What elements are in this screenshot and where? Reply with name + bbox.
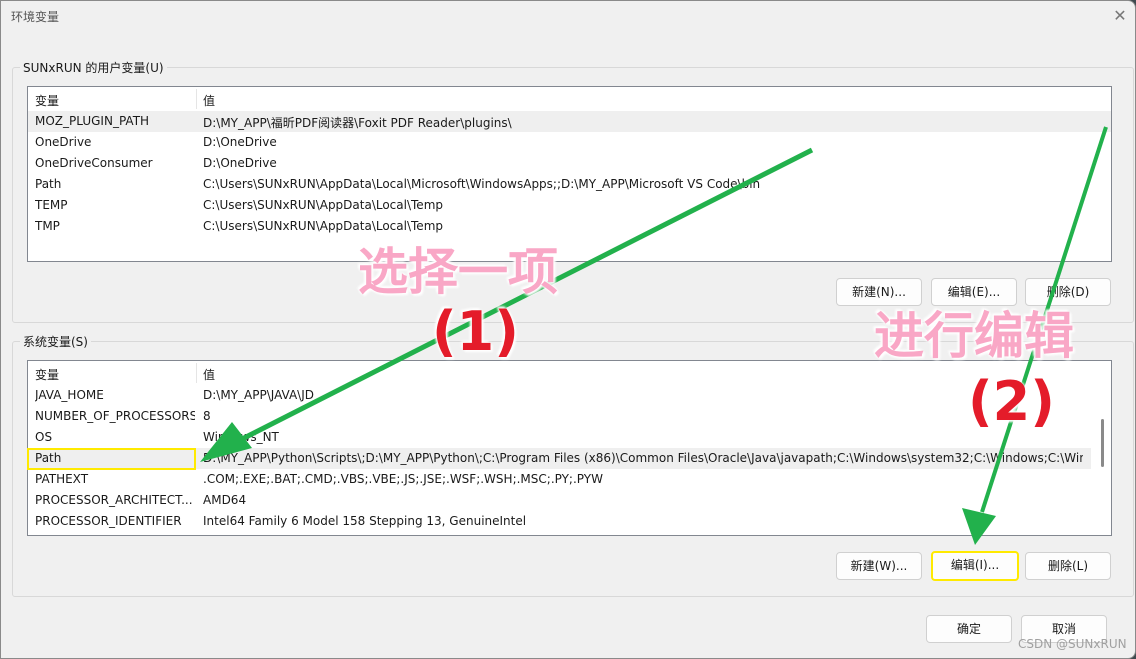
user-edit-button[interactable]: 编辑(E)... [931, 278, 1017, 306]
system-variables-label: 系统变量(S) [20, 333, 91, 350]
close-icon[interactable]: ✕ [1111, 7, 1129, 25]
variable-value: C:\Users\SUNxRUN\AppData\Local\Temp [203, 219, 443, 233]
watermark: CSDN @SUNxRUN [1018, 637, 1127, 651]
variable-name: OneDrive [35, 135, 92, 149]
variable-value: AMD64 [203, 493, 247, 507]
variable-name: OneDriveConsumer [35, 156, 153, 170]
variable-name: PROCESSOR_IDENTIFIER [35, 514, 182, 528]
selected-path-highlight [27, 448, 196, 470]
system-delete-button[interactable]: 删除(L) [1025, 552, 1111, 580]
variable-value: D:\MY_APP\JAVA\JD [203, 388, 314, 402]
column-header-value[interactable]: 值 [203, 366, 215, 383]
variable-name: Path [35, 177, 62, 191]
column-header-name[interactable]: 变量 [35, 366, 59, 383]
variable-value: Windows_NT [203, 430, 279, 444]
table-row[interactable]: JAVA_HOME D:\MY_APP\JAVA\JD [28, 385, 1091, 406]
variable-value: D:\OneDrive [203, 156, 277, 170]
user-variables-label: SUNxRUN 的用户变量(U) [20, 59, 167, 76]
user-delete-button[interactable]: 删除(D) [1025, 278, 1111, 306]
table-row[interactable]: PATHEXT .COM;.EXE;.BAT;.CMD;.VBS;.VBE;.JS… [28, 469, 1091, 490]
user-variables-list[interactable]: 变量 值 MOZ_PLUGIN_PATH D:\MY_APP\福昕PDF阅读器\F… [27, 86, 1112, 262]
variable-name: PATHEXT [35, 472, 89, 486]
variable-value: C:\Users\SUNxRUN\AppData\Local\Microsoft… [203, 177, 761, 191]
window-title: 环境变量 [11, 10, 60, 24]
variable-value: C:\Users\SUNxRUN\AppData\Local\Temp [203, 198, 443, 212]
variable-value: .COM;.EXE;.BAT;.CMD;.VBS;.VBE;.JS;.JSE;.… [203, 472, 603, 486]
list-header: 变量 值 [28, 361, 1111, 385]
table-row[interactable]: PROCESSOR_ARCHITECT... AMD64 [28, 490, 1091, 511]
system-edit-button[interactable]: 编辑(I)... [931, 551, 1019, 581]
table-row[interactable]: Path C:\Users\SUNxRUN\AppData\Local\Micro… [28, 174, 1111, 195]
table-row[interactable]: TMP C:\Users\SUNxRUN\AppData\Local\Temp [28, 216, 1111, 237]
variable-name: NUMBER_OF_PROCESSORS [35, 409, 195, 423]
table-row[interactable]: TEMP C:\Users\SUNxRUN\AppData\Local\Temp [28, 195, 1111, 216]
column-header-name[interactable]: 变量 [35, 92, 59, 109]
table-row[interactable]: MOZ_PLUGIN_PATH D:\MY_APP\福昕PDF阅读器\Foxit … [28, 111, 1111, 132]
table-row[interactable]: OS Windows_NT [28, 427, 1091, 448]
table-row[interactable]: OneDriveConsumer D:\OneDrive [28, 153, 1111, 174]
variable-value: D:\MY_APP\Python\Scripts\;D:\MY_APP\Pyth… [203, 451, 1083, 465]
system-new-button[interactable]: 新建(W)... [836, 552, 922, 580]
vertical-scrollbar[interactable] [1101, 419, 1104, 467]
variable-value: 8 [203, 409, 211, 423]
column-header-value[interactable]: 值 [203, 92, 215, 109]
variable-name: JAVA_HOME [35, 388, 104, 402]
user-new-button[interactable]: 新建(N)... [836, 278, 922, 306]
table-row[interactable]: NUMBER_OF_PROCESSORS 8 [28, 406, 1091, 427]
environment-variables-dialog: 环境变量 ✕ SUNxRUN 的用户变量(U) 变量 值 MOZ_PLUGIN_… [0, 0, 1136, 659]
variable-name: TMP [35, 219, 60, 233]
variable-name: TEMP [35, 198, 68, 212]
variable-value: Intel64 Family 6 Model 158 Stepping 13, … [203, 514, 527, 528]
table-row[interactable]: OneDrive D:\OneDrive [28, 132, 1111, 153]
list-header: 变量 值 [28, 87, 1111, 111]
variable-name: MOZ_PLUGIN_PATH [35, 114, 150, 128]
ok-button[interactable]: 确定 [926, 615, 1012, 643]
variable-name: PROCESSOR_ARCHITECT... [35, 493, 193, 507]
variable-name: OS [35, 430, 53, 444]
variable-value: D:\MY_APP\福昕PDF阅读器\Foxit PDF Reader\plug… [203, 116, 512, 130]
table-row[interactable]: PROCESSOR_IDENTIFIER Intel64 Family 6 Mod… [28, 511, 1091, 532]
variable-value: D:\OneDrive [203, 135, 277, 149]
